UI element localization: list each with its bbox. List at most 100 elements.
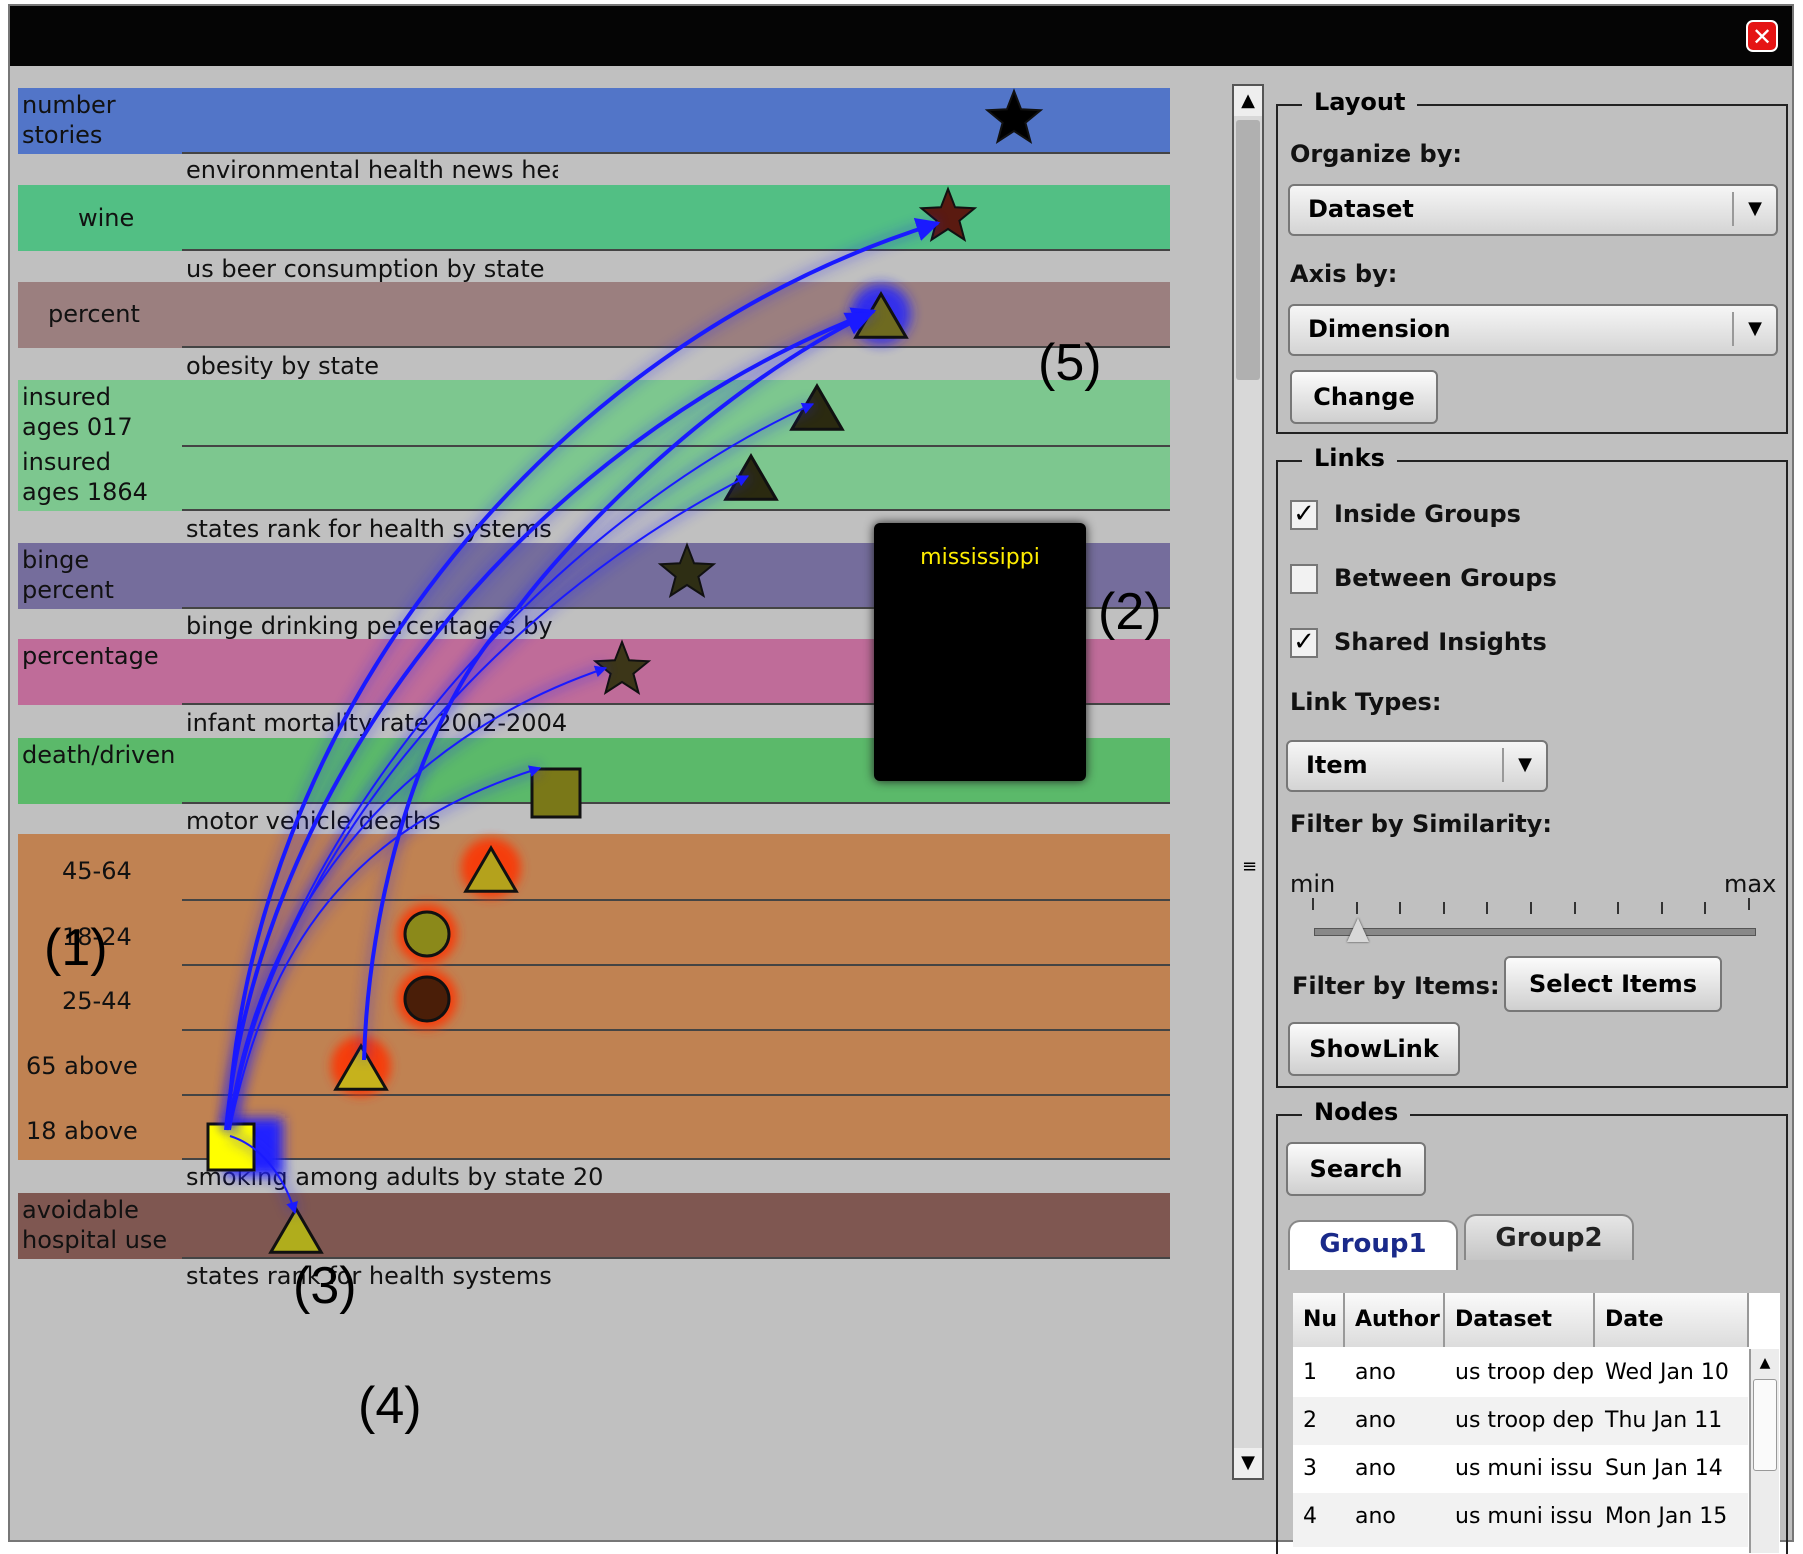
scroll-thumb[interactable] <box>1236 120 1260 380</box>
table-cell: ano <box>1355 1456 1396 1481</box>
triangle-insight-icon[interactable] <box>268 1206 324 1254</box>
table-cell: 4 <box>1303 1504 1317 1529</box>
visualization-scrollbar[interactable]: ▲ ≡ ▼ <box>1232 84 1264 1480</box>
axis-by-value: Dimension <box>1308 315 1451 343</box>
slider-max-label: max <box>1724 870 1777 898</box>
change-button[interactable]: Change <box>1290 370 1438 424</box>
tooltip-text: mississippi <box>920 545 1040 570</box>
axis-by-label: Axis by: <box>1290 260 1398 288</box>
chevron-down-icon[interactable]: ▼ <box>1502 748 1546 782</box>
table-scrollbar[interactable]: ▲ <box>1749 1349 1779 1553</box>
check-icon: ✓ <box>1293 499 1315 529</box>
links-panel: Links ✓ Inside Groups Between Groups ✓ S… <box>1276 444 1788 1088</box>
table-row[interactable]: 3 ano us muni issu Sun Jan 14 <box>1293 1445 1748 1499</box>
tooltip: mississippi <box>874 523 1086 781</box>
filter-items-label: Filter by Items: <box>1292 972 1500 1000</box>
star-insight-icon[interactable] <box>657 542 717 598</box>
organize-by-label: Organize by: <box>1290 140 1462 168</box>
link-glow[interactable] <box>220 305 877 1131</box>
table-cell: ano <box>1355 1360 1396 1385</box>
layout-panel: Layout Organize by: Dataset ▼ Axis by: D… <box>1276 88 1788 434</box>
similarity-slider[interactable] <box>1314 928 1756 936</box>
between-groups-label: Between Groups <box>1334 564 1557 592</box>
visualization-overlay[interactable] <box>18 88 1181 1528</box>
column-header-dataset[interactable]: Dataset <box>1445 1293 1595 1347</box>
filter-similarity-label: Filter by Similarity: <box>1290 810 1552 838</box>
slider-min-label: min <box>1290 870 1336 898</box>
table-cell: Mon Jan 15 <box>1605 1504 1728 1529</box>
visualization-canvas[interactable]: number stories environmental health news h… <box>18 88 1181 1528</box>
slider-tick <box>1704 902 1707 914</box>
tab-group1[interactable]: Group1 <box>1288 1220 1458 1270</box>
link-types-value: Item <box>1306 751 1368 779</box>
column-header-author[interactable]: Author <box>1345 1293 1445 1347</box>
square-insight-icon[interactable] <box>530 767 582 819</box>
slider-tick <box>1442 902 1445 914</box>
table-cell: 3 <box>1303 1456 1317 1481</box>
select-items-button[interactable]: Select Items <box>1504 956 1722 1012</box>
table-cell: ano <box>1355 1408 1396 1433</box>
column-header-number[interactable]: Nu <box>1293 1293 1345 1347</box>
slider-thumb[interactable] <box>1347 918 1369 942</box>
slider-tick <box>1355 902 1358 914</box>
annotation-1: (1) <box>44 919 108 977</box>
title-bar[interactable]: ✕ <box>10 6 1792 66</box>
column-header-date[interactable]: Date <box>1595 1293 1749 1347</box>
shared-insights-checkbox[interactable]: ✓ <box>1290 628 1318 658</box>
shared-insights-label: Shared Insights <box>1334 628 1547 656</box>
insight-link[interactable] <box>224 307 877 1131</box>
link-types-label: Link Types: <box>1290 688 1442 716</box>
search-button[interactable]: Search <box>1286 1142 1426 1196</box>
slider-tick <box>1660 902 1663 914</box>
slider-tick <box>1312 898 1314 910</box>
table-cell: Thu Jan 11 <box>1605 1408 1723 1433</box>
close-icon[interactable]: ✕ <box>1746 20 1778 52</box>
organize-by-value: Dataset <box>1308 195 1414 223</box>
slider-tick <box>1399 902 1402 914</box>
slider-tick <box>1573 902 1576 914</box>
application-window: ✕ number stories environmental health news… <box>8 4 1794 1554</box>
scroll-up-icon[interactable]: ▲ <box>1751 1349 1779 1377</box>
table-cell: 2 <box>1303 1408 1317 1433</box>
link-types-select[interactable]: Item ▼ <box>1286 740 1548 792</box>
star-insight-icon[interactable] <box>984 88 1044 144</box>
circle-insight-icon[interactable] <box>403 910 451 958</box>
annotation-3: (3) <box>293 1257 357 1315</box>
nodes-table[interactable]: Nu Author Dataset Date 1 ano us troop dep W… <box>1293 1293 1780 1553</box>
showlink-button[interactable]: ShowLink <box>1288 1022 1460 1076</box>
links-legend: Links <box>1302 444 1397 472</box>
star-insight-icon[interactable] <box>918 186 978 242</box>
organize-by-select[interactable]: Dataset ▼ <box>1288 184 1778 236</box>
table-cell: Sun Jan 14 <box>1605 1456 1723 1481</box>
table-cell: us troop dep <box>1455 1408 1594 1433</box>
check-icon: ✓ <box>1293 627 1315 657</box>
table-cell: us muni issu <box>1455 1504 1593 1529</box>
annotation-4: (4) <box>358 1377 422 1435</box>
table-cell: us troop dep <box>1455 1360 1594 1385</box>
chevron-down-icon[interactable]: ▼ <box>1732 312 1776 346</box>
annotation-5: (5) <box>1038 334 1102 392</box>
slider-tick <box>1486 902 1489 914</box>
table-row[interactable]: 1 ano us troop dep Wed Jan 10 <box>1293 1349 1748 1403</box>
scroll-down-icon[interactable]: ▼ <box>1234 1448 1262 1478</box>
chevron-down-icon[interactable]: ▼ <box>1732 192 1776 226</box>
circle-insight-icon[interactable] <box>403 975 451 1023</box>
slider-tick <box>1617 902 1620 914</box>
slider-tick <box>1530 902 1532 914</box>
table-row[interactable]: 2 ano us troop dep Thu Jan 11 <box>1293 1397 1748 1451</box>
nodes-legend: Nodes <box>1302 1098 1411 1126</box>
between-groups-checkbox[interactable] <box>1290 564 1318 594</box>
grip-icon: ≡ <box>1242 856 1258 877</box>
annotation-2: (2) <box>1098 583 1162 641</box>
table-scroll-thumb[interactable] <box>1753 1379 1777 1471</box>
tab-group2[interactable]: Group2 <box>1464 1214 1634 1260</box>
axis-by-select[interactable]: Dimension ▼ <box>1288 304 1778 356</box>
table-cell: ano <box>1355 1504 1396 1529</box>
table-cell: 1 <box>1303 1360 1317 1385</box>
table-cell: us muni issu <box>1455 1456 1593 1481</box>
inside-groups-checkbox[interactable]: ✓ <box>1290 500 1318 530</box>
table-row[interactable]: 4 ano us muni issu Mon Jan 15 <box>1293 1493 1748 1547</box>
slider-tick <box>1748 898 1750 910</box>
table-cell: Wed Jan 10 <box>1605 1360 1729 1385</box>
scroll-up-icon[interactable]: ▲ <box>1234 86 1262 116</box>
